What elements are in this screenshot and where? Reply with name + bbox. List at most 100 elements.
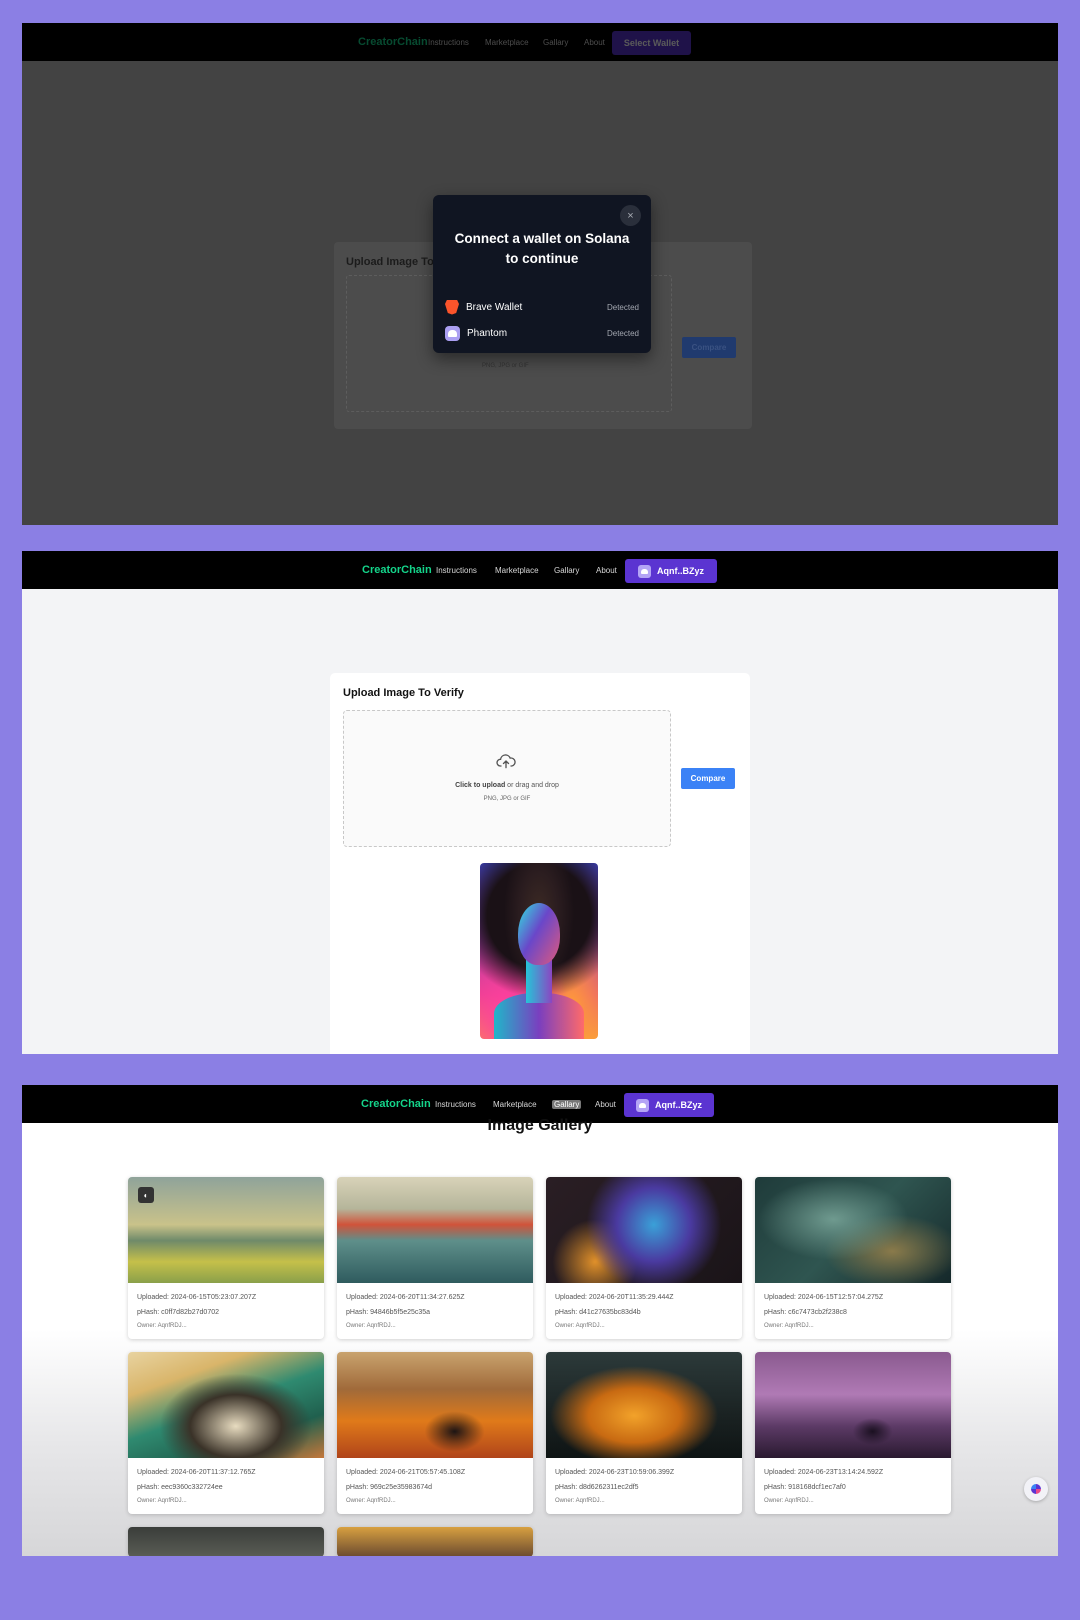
upload-card-title: Upload Image To Verify — [343, 687, 464, 699]
uploaded-date: Uploaded: 2024-06-20T11:35:29.444Z — [555, 1294, 674, 1301]
phantom-icon — [445, 325, 460, 341]
navbar: CreatorChain Instructions Marketplace Ga… — [22, 551, 1058, 589]
drop-hint-bold: Click to upload — [455, 782, 506, 789]
gallery-card[interactable]: Uploaded: 2024-06-20T11:34:27.625Z pHash… — [337, 1177, 533, 1339]
wallet-account-label: Aqnf..BZyz — [657, 566, 704, 576]
owner: Owner: AqnfRDJ... — [137, 1323, 187, 1329]
wallet-account-label: Aqnf..BZyz — [655, 1100, 702, 1110]
wallet-name: Phantom — [467, 327, 508, 339]
wallet-status: Detected — [606, 302, 639, 312]
wallet-option-phantom[interactable]: Phantom Detected — [445, 323, 639, 343]
wallet-account-button[interactable]: Aqnf..BZyz — [625, 559, 717, 583]
drop-hint-rest: or drag and drop — [505, 782, 559, 789]
gallery-card[interactable]: ◐ Uploaded: 2024-06-15T05:23:07.207Z pHa… — [128, 1177, 324, 1339]
phash: pHash: 94846b5f5e25c35a — [346, 1309, 431, 1316]
gallery-thumbnail — [128, 1352, 324, 1458]
gallery-card[interactable]: Uploaded: 2024-06-15T12:57:04.275Z pHash… — [755, 1177, 951, 1339]
phash: pHash: 918168dcf1ec7af0 — [764, 1484, 846, 1491]
compare-label: Compare — [690, 774, 726, 783]
compare-button-dimmed: Compare — [682, 337, 736, 358]
wallet-option-brave[interactable]: Brave Wallet Detected — [445, 297, 639, 317]
owner: Owner: AqnfRDJ... — [346, 1323, 396, 1329]
modal-title: Connect a wallet on Solana to continue — [454, 231, 630, 266]
nav-link-instructions[interactable]: Instructions — [435, 1100, 476, 1109]
uploaded-date: Uploaded: 2024-06-20T11:37:12.765Z — [137, 1469, 256, 1476]
nav-link-marketplace[interactable]: Marketplace — [485, 38, 529, 47]
phash: pHash: c6c7473cb2f238c8 — [764, 1309, 847, 1316]
nav-link-marketplace[interactable]: Marketplace — [495, 566, 539, 575]
gallery-card[interactable] — [337, 1527, 533, 1556]
gallery-card[interactable]: Uploaded: 2024-06-23T13:14:24.592Z pHash… — [755, 1352, 951, 1514]
cloud-upload-icon — [496, 754, 516, 769]
uploaded-date: Uploaded: 2024-06-20T11:34:27.625Z — [346, 1294, 465, 1301]
brave-icon — [445, 299, 459, 315]
brand-logo[interactable]: CreatorChain — [362, 564, 432, 576]
upload-card-title-dimmed: Upload Image To — [346, 256, 434, 268]
uploaded-date: Uploaded: 2024-06-23T10:59:06.399Z — [555, 1469, 675, 1476]
gallery-thumbnail — [546, 1177, 742, 1283]
gallery-screen: CreatorChain Instructions Marketplace Ga… — [22, 1085, 1058, 1556]
gallery-thumbnail — [337, 1352, 533, 1458]
navbar: CreatorChain Instructions Marketplace Ga… — [22, 23, 1058, 61]
wallet-account-button[interactable]: Aqnf..BZyz — [624, 1093, 714, 1117]
brand-logo[interactable]: CreatorChain — [361, 1098, 431, 1110]
owner: Owner: AqnfRDJ... — [346, 1498, 396, 1504]
gallery-card[interactable]: Uploaded: 2024-06-23T10:59:06.399Z pHash… — [546, 1352, 742, 1514]
gallery-thumbnail — [755, 1177, 951, 1283]
nav-link-instructions[interactable]: Instructions — [428, 38, 469, 47]
select-wallet-label: Select Wallet — [623, 38, 680, 48]
nav-link-gallary[interactable]: Gallary — [554, 566, 579, 575]
gallery-thumbnail — [337, 1527, 533, 1556]
gallery-card[interactable]: Uploaded: 2024-06-21T05:57:45.108Z pHash… — [337, 1352, 533, 1514]
phash: pHash: 969c25e35983674d — [346, 1484, 433, 1491]
phash: pHash: c0ff7d82b27d0702 — [137, 1309, 219, 1316]
uploaded-date: Uploaded: 2024-06-15T12:57:04.275Z — [764, 1294, 884, 1301]
preview-face — [518, 903, 560, 965]
gallery-card[interactable]: Uploaded: 2024-06-20T11:37:12.765Z pHash… — [128, 1352, 324, 1514]
nav-link-gallary[interactable]: Gallary — [543, 38, 568, 47]
nav-link-marketplace[interactable]: Marketplace — [493, 1100, 537, 1109]
wallet-status: Detected — [606, 328, 639, 338]
nav-link-about[interactable]: About — [584, 38, 605, 47]
uploaded-date: Uploaded: 2024-06-15T05:23:07.207Z — [137, 1294, 257, 1301]
preview-neck — [526, 959, 552, 1003]
gallery-thumbnail — [546, 1352, 742, 1458]
compare-label-dimmed: Compare — [691, 343, 727, 352]
nav-link-about[interactable]: About — [595, 1100, 616, 1109]
gallery-thumbnail — [755, 1352, 951, 1458]
drop-hint: Click to upload or drag and drop — [344, 782, 670, 789]
phash: pHash: d41c27635bc83d4b — [555, 1309, 641, 1316]
wallet-modal: × Connect a wallet on Solana to continue… — [433, 195, 651, 353]
owner: Owner: AqnfRDJ... — [555, 1498, 605, 1504]
gallery-card[interactable]: Uploaded: 2024-06-20T11:35:29.444Z pHash… — [546, 1177, 742, 1339]
wallet-name: Brave Wallet — [466, 301, 523, 313]
uploaded-date: Uploaded: 2024-06-21T05:57:45.108Z — [346, 1469, 466, 1476]
uploaded-date: Uploaded: 2024-06-23T13:14:24.592Z — [764, 1469, 884, 1476]
verify-screen: CreatorChain Instructions Marketplace Ga… — [22, 551, 1058, 1054]
owner: Owner: AqnfRDJ... — [764, 1323, 814, 1329]
nav-link-about[interactable]: About — [596, 566, 617, 575]
assistant-bubble-icon[interactable] — [1024, 1477, 1048, 1501]
nav-link-gallary-active[interactable]: Gallary — [552, 1100, 582, 1109]
gallery-thumbnail — [128, 1527, 324, 1556]
gallery-grid: ◐ Uploaded: 2024-06-15T05:23:07.207Z pHa… — [128, 1177, 952, 1556]
owner: Owner: AqnfRDJ... — [555, 1323, 605, 1329]
brand-logo[interactable]: CreatorChain — [358, 36, 428, 48]
close-glyph: × — [627, 209, 634, 222]
phash: pHash: eec9360c332724ee — [137, 1484, 223, 1491]
gallery-thumbnail — [337, 1177, 533, 1283]
drop-formats-dimmed: PNG, JPG or GIF — [482, 363, 529, 369]
select-wallet-button[interactable]: Select Wallet — [612, 31, 691, 55]
phantom-icon — [636, 1098, 649, 1112]
gallery-card[interactable] — [128, 1527, 324, 1556]
close-icon[interactable]: × — [620, 205, 641, 226]
drop-formats: PNG, JPG or GIF — [483, 796, 531, 802]
owner: Owner: AqnfRDJ... — [137, 1498, 187, 1504]
compare-button[interactable]: Compare — [681, 768, 735, 789]
phantom-icon — [638, 564, 651, 578]
upload-card: Upload Image To Verify Click to upload o… — [330, 673, 750, 1054]
info-icon[interactable]: ◐ — [138, 1187, 154, 1203]
nav-link-instructions[interactable]: Instructions — [436, 566, 477, 575]
connect-wallet-screen: CreatorChain Instructions Marketplace Ga… — [22, 23, 1058, 525]
upload-drop-zone[interactable]: Click to upload or drag and drop PNG, JP… — [343, 710, 671, 847]
